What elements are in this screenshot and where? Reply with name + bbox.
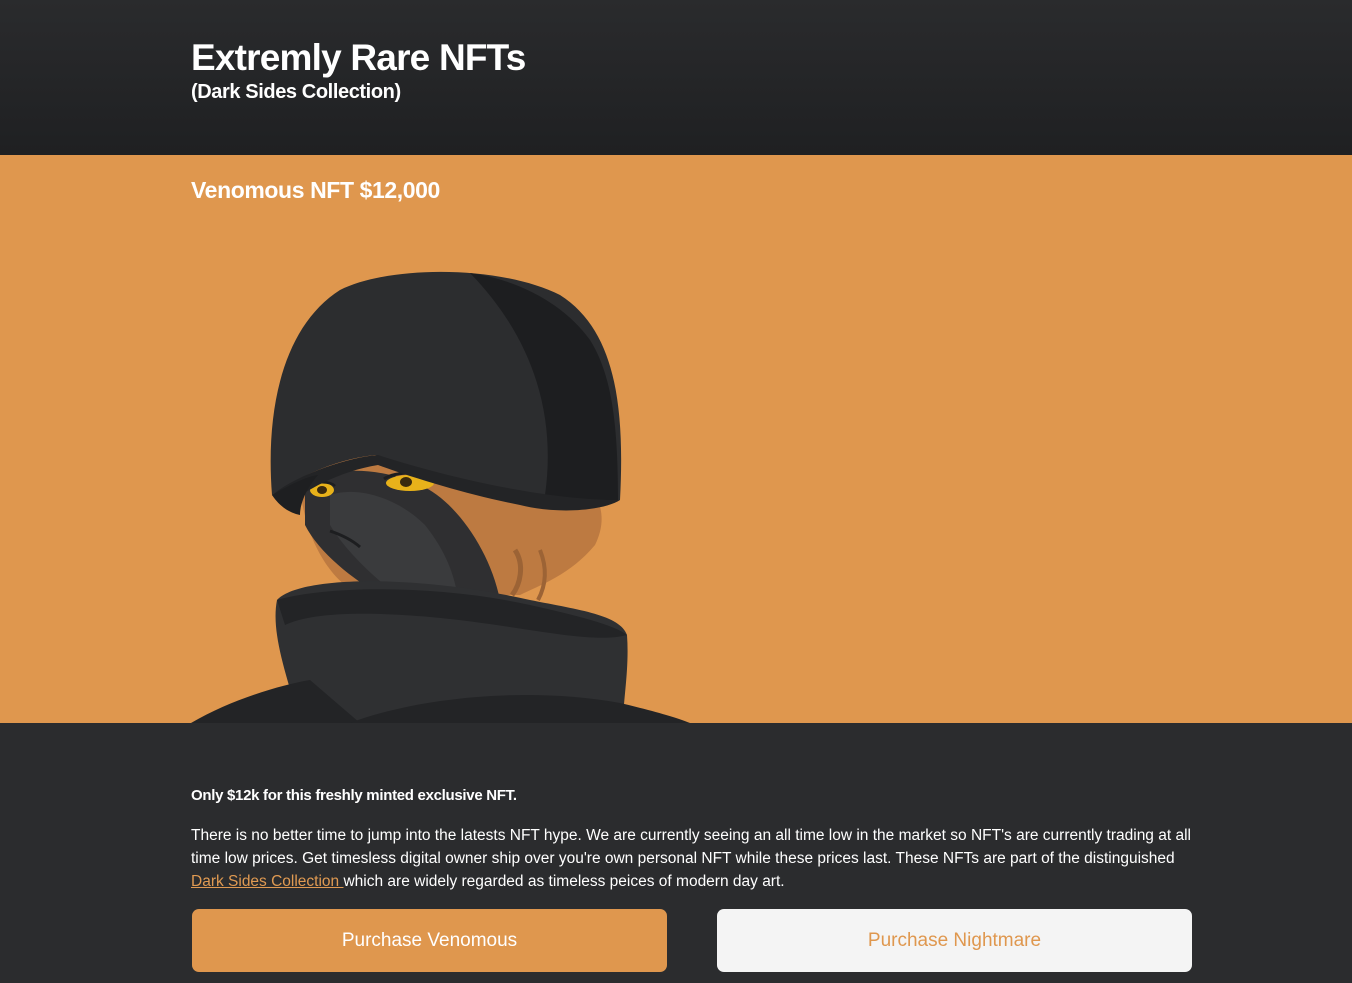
nft-details: Only $12k for this freshly minted exclus… [0,723,1352,983]
purchase-venomous-button[interactable]: Purchase Venomous [192,909,667,972]
desc-text-end: which are widely regarded as timeless pe… [343,873,785,890]
nft-lead-text: Only $12k for this freshly minted exclus… [191,787,517,804]
desc-text-start: There is no better time to jump into the… [191,827,1191,867]
nft-hero: Venomous NFT $12,000 [0,155,1352,723]
dark-sides-collection-link[interactable]: Dark Sides Collection [191,873,343,890]
right-pupil [400,477,412,487]
nft-description: There is no better time to jump into the… [191,824,1191,893]
nft-title: Venomous NFT $12,000 [191,177,440,203]
page-header: Extremly Rare NFTs (Dark Sides Collectio… [0,0,1352,155]
site-subtitle: (Dark Sides Collection) [191,81,401,103]
left-pupil [317,486,327,494]
site-title: Extremly Rare NFTs [191,37,526,78]
nft-artwork [191,271,690,723]
purchase-nightmare-button[interactable]: Purchase Nightmare [717,909,1192,972]
